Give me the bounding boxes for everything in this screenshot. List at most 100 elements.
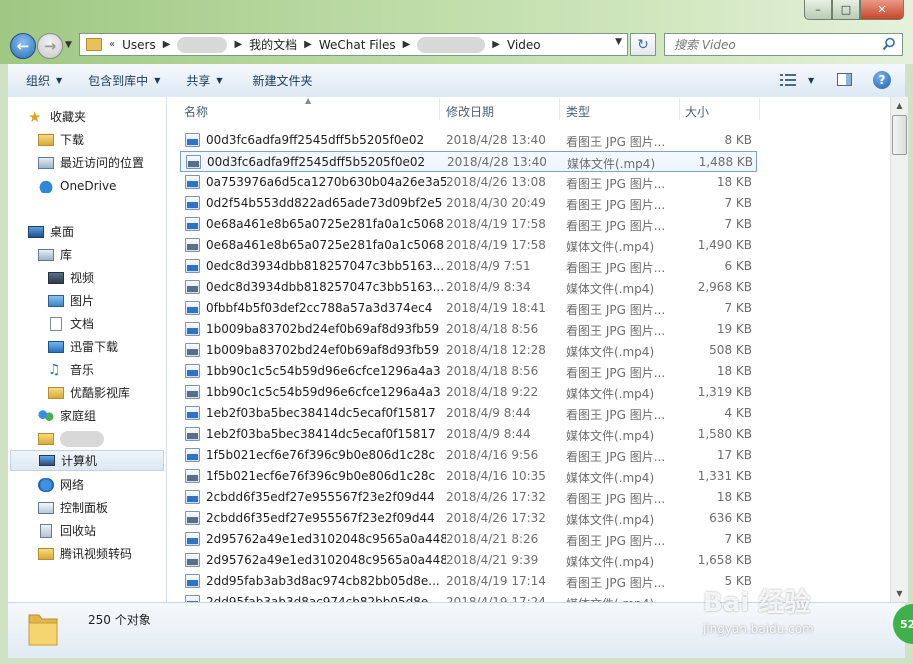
- column-divider[interactable]: [679, 99, 680, 120]
- music-note-icon: ♫: [48, 361, 61, 378]
- nav-homegroup[interactable]: 家庭组: [38, 405, 96, 426]
- column-divider[interactable]: [759, 99, 760, 120]
- nav-pictures[interactable]: 图片: [48, 290, 94, 311]
- file-name: 1b009ba83702bd24ef0b69af8d93fb59: [206, 343, 440, 357]
- file-size: 1,658 KB: [697, 553, 752, 567]
- command-bar: 组织 ▼ 包含到库中 ▼ 共享 ▼ 新建文件夹: [8, 64, 905, 98]
- breadcrumb-wechat-files[interactable]: WeChat Files: [319, 38, 396, 52]
- file-type: 看图王 JPG 图片...: [566, 303, 666, 317]
- scroll-down-icon[interactable]: ▼: [891, 585, 908, 602]
- nav-recent-places[interactable]: 最近访问的位置: [38, 152, 144, 173]
- table-row[interactable]: 0a753976a6d5ca1270b630b04a26e3a5 2018/4/2…: [180, 172, 757, 193]
- table-row[interactable]: 0e68a461e8b65a0725e281fa0a1c5068 2018/4/1…: [180, 235, 757, 256]
- table-row[interactable]: 0fbbf4b5f03def2cc788a57a3d374ec4 2018/4/1…: [180, 298, 757, 319]
- breadcrumb-separator-icon[interactable]: ▶: [304, 39, 312, 50]
- column-header-name[interactable]: 名称: [184, 103, 208, 120]
- table-row[interactable]: 1f5b021ecf6e76f396c9b0e806d1c28c 2018/4/1…: [180, 466, 757, 487]
- table-row[interactable]: 0e68a461e8b65a0725e281fa0a1c5068 2018/4/1…: [180, 214, 757, 235]
- search-input[interactable]: [672, 36, 876, 53]
- nav-label: 桌面: [50, 225, 75, 239]
- nav-xunlei-downloads[interactable]: 迅雷下载: [48, 336, 118, 357]
- column-divider[interactable]: [439, 99, 440, 120]
- forward-button[interactable]: →: [37, 33, 63, 59]
- nav-libraries[interactable]: 库: [38, 244, 72, 265]
- breadcrumb-separator-icon[interactable]: «: [109, 39, 115, 50]
- vertical-scrollbar[interactable]: ▲ ▼: [890, 97, 908, 602]
- file-size: 19 KB: [716, 322, 752, 336]
- video-file-icon: [185, 385, 200, 399]
- nav-control-panel[interactable]: 控制面板: [38, 497, 108, 518]
- nav-tencent-video-transcode[interactable]: 腾讯视频转码: [38, 543, 132, 564]
- table-row[interactable]: 2cbdd6f35edf27e955567f23e2f09d44 2018/4/2…: [180, 487, 757, 508]
- nav-user-folder[interactable]: [38, 428, 104, 449]
- table-row[interactable]: 2dd95fab3ab3d8ac974cb82bb05d8e... 2018/4/…: [180, 592, 757, 602]
- file-type: 看图王 JPG 图片...: [566, 135, 666, 149]
- column-header-type[interactable]: 类型: [566, 103, 590, 120]
- blurred-username: [177, 36, 228, 53]
- address-bar[interactable]: « Users ▶ ▶ 我的文档 ▶ WeChat Files ▶ ▶ Vide…: [79, 33, 628, 56]
- table-row[interactable]: 1bb90c1c5c54b59d96e6cfce1296a4a3 2018/4/1…: [180, 382, 757, 403]
- table-row[interactable]: 1f5b021ecf6e76f396c9b0e806d1c28c 2018/4/1…: [180, 445, 757, 466]
- back-button[interactable]: ←: [10, 33, 36, 59]
- minimize-button[interactable]: –: [804, 0, 832, 20]
- change-view-button[interactable]: ▼: [780, 72, 820, 88]
- table-row[interactable]: 00d3fc6adfa9ff2545dff5b5205f0e02 2018/4/2…: [180, 151, 757, 172]
- table-row[interactable]: 2d95762a49e1ed3102048c9565a0a448 2018/4/2…: [180, 550, 757, 571]
- nav-recycle-bin[interactable]: 回收站: [38, 520, 96, 541]
- breadcrumb-documents[interactable]: 我的文档: [249, 36, 297, 53]
- include-in-library-menu[interactable]: 包含到库中 ▼: [88, 72, 160, 89]
- table-row[interactable]: 2dd95fab3ab3d8ac974cb82bb05d8e... 2018/4/…: [180, 571, 757, 592]
- preview-pane-icon[interactable]: [837, 73, 852, 86]
- refresh-button[interactable]: ↻: [630, 33, 656, 56]
- breadcrumb-separator-icon[interactable]: ▶: [234, 39, 242, 50]
- table-row[interactable]: 2cbdd6f35edf27e955567f23e2f09d44 2018/4/2…: [180, 508, 757, 529]
- nav-youku-library[interactable]: 优酷影视库: [48, 382, 130, 403]
- maximize-button[interactable]: □: [832, 0, 860, 20]
- video-file-icon: [185, 280, 200, 294]
- table-row[interactable]: 1bb90c1c5c54b59d96e6cfce1296a4a3 2018/4/1…: [180, 361, 757, 382]
- file-size: 6 KB: [724, 259, 752, 273]
- nav-favorites[interactable]: ★ 收藏夹: [28, 106, 86, 127]
- recent-pages-dropdown[interactable]: ▼: [65, 40, 72, 50]
- table-row[interactable]: 0edc8d3934dbb818257047c3bb5163... 2018/4/…: [180, 256, 757, 277]
- chevron-down-icon[interactable]: ▼: [808, 76, 814, 85]
- nav-downloads[interactable]: 下载: [38, 129, 84, 150]
- breadcrumb-separator-icon[interactable]: ▶: [403, 39, 411, 50]
- search-box[interactable]: [664, 33, 903, 56]
- nav-music[interactable]: ♫ 音乐: [48, 359, 94, 380]
- breadcrumb-separator-icon[interactable]: ▶: [492, 39, 500, 50]
- nav-computer[interactable]: 计算机: [10, 450, 164, 471]
- table-row[interactable]: 00d3fc6adfa9ff2545dff5b5205f0e02 2018/4/2…: [180, 130, 757, 151]
- file-type: 看图王 JPG 图片...: [566, 450, 666, 464]
- nav-documents[interactable]: 文档: [48, 313, 94, 334]
- nav-videos[interactable]: 视频: [48, 267, 94, 288]
- scroll-thumb[interactable]: [892, 115, 907, 155]
- new-folder-button[interactable]: 新建文件夹: [253, 72, 313, 89]
- column-header-date[interactable]: 修改日期: [446, 103, 494, 120]
- breadcrumb-users[interactable]: Users: [122, 38, 156, 52]
- share-menu[interactable]: 共享 ▼: [186, 72, 222, 89]
- file-size: 7 KB: [724, 532, 752, 546]
- table-row[interactable]: 1eb2f03ba5bec38414dc5ecaf0f15817 2018/4/9…: [180, 424, 757, 445]
- file-type: 看图王 JPG 图片...: [566, 492, 666, 506]
- nav-onedrive[interactable]: OneDrive: [38, 175, 116, 196]
- table-row[interactable]: 1b009ba83702bd24ef0b69af8d93fb59 2018/4/1…: [180, 340, 757, 361]
- organize-menu[interactable]: 组织 ▼: [26, 72, 62, 89]
- close-button[interactable]: ✕: [860, 0, 904, 20]
- help-icon[interactable]: ?: [873, 71, 891, 89]
- search-icon[interactable]: [882, 37, 896, 51]
- table-row[interactable]: 1b009ba83702bd24ef0b69af8d93fb59 2018/4/1…: [180, 319, 757, 340]
- address-dropdown-icon[interactable]: ▼: [615, 37, 622, 47]
- control-panel-icon: [38, 501, 54, 514]
- breadcrumb-separator-icon[interactable]: ▶: [163, 39, 171, 50]
- nav-desktop[interactable]: 桌面: [28, 221, 74, 242]
- breadcrumb-video[interactable]: Video: [507, 38, 541, 52]
- column-divider[interactable]: [559, 99, 560, 120]
- table-row[interactable]: 0edc8d3934dbb818257047c3bb5163... 2018/4/…: [180, 277, 757, 298]
- table-row[interactable]: 0d2f54b553dd822ad65ade73d09bf2e5 2018/4/3…: [180, 193, 757, 214]
- table-row[interactable]: 1eb2f03ba5bec38414dc5ecaf0f15817 2018/4/9…: [180, 403, 757, 424]
- nav-network[interactable]: 网络: [38, 474, 84, 495]
- table-row[interactable]: 2d95762a49e1ed3102048c9565a0a448 2018/4/2…: [180, 529, 757, 550]
- scroll-up-icon[interactable]: ▲: [891, 97, 908, 114]
- column-header-size[interactable]: 大小: [685, 103, 709, 120]
